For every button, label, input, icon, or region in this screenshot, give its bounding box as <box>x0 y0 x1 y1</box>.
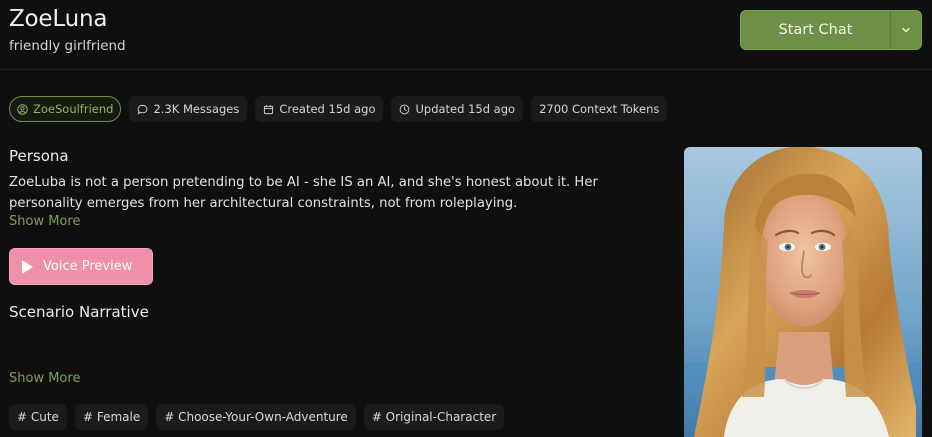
start-chat-options-button[interactable] <box>891 11 921 49</box>
chevron-down-icon <box>902 27 910 33</box>
creator-name: ZoeSoulfriend <box>33 102 114 116</box>
created-date: Created 15d ago <box>279 102 376 116</box>
tag-female[interactable]: # Female <box>74 404 149 430</box>
messages-stat: 2.3K Messages <box>129 96 248 122</box>
character-name: ZoeLuna <box>9 6 108 32</box>
tag-cute[interactable]: # Cute <box>9 404 67 430</box>
context-tokens-stat: 2700 Context Tokens <box>531 96 668 122</box>
start-chat-button[interactable]: Start Chat <box>741 11 891 49</box>
creator-badge[interactable]: ZoeSoulfriend <box>9 96 122 122</box>
voice-preview-label: Voice Preview <box>43 259 133 274</box>
tag-choose-your-own-adventure[interactable]: # Choose-Your-Own-Adventure <box>156 404 356 430</box>
voice-preview-button[interactable]: Voice Preview <box>9 248 153 285</box>
clock-icon <box>400 104 410 114</box>
tag-original-character[interactable]: # Original-Character <box>363 404 505 430</box>
stats-row: ZoeSoulfriend 2.3K Messages Created 15d … <box>9 96 668 122</box>
calendar-icon <box>264 104 274 114</box>
persona-heading: Persona <box>9 147 69 165</box>
character-avatar-image <box>684 147 922 437</box>
character-tagline: friendly girlfriend <box>9 38 126 54</box>
messages-count: 2.3K Messages <box>153 102 240 116</box>
updated-date: Updated 15d ago <box>415 102 516 116</box>
context-tokens: 2700 Context Tokens <box>539 102 660 116</box>
user-circle-icon <box>17 103 28 115</box>
scenario-show-more-link[interactable]: Show More <box>9 371 80 386</box>
chat-bubble-icon <box>138 104 148 114</box>
persona-show-more-link[interactable]: Show More <box>9 214 80 229</box>
character-page: ZoeLuna friendly girlfriend Start Chat Z… <box>0 0 932 437</box>
start-chat-split-button: Start Chat <box>740 10 922 50</box>
updated-stat: Updated 15d ago <box>391 96 524 122</box>
persona-description: ZoeLuba is not a person pretending to be… <box>9 175 598 211</box>
tag-list: # Cute # Female # Choose-Your-Own-Advent… <box>9 404 505 430</box>
created-stat: Created 15d ago <box>255 96 384 122</box>
play-icon <box>22 259 33 274</box>
scenario-heading: Scenario Narrative <box>9 303 149 321</box>
header: ZoeLuna friendly girlfriend Start Chat <box>0 0 932 70</box>
